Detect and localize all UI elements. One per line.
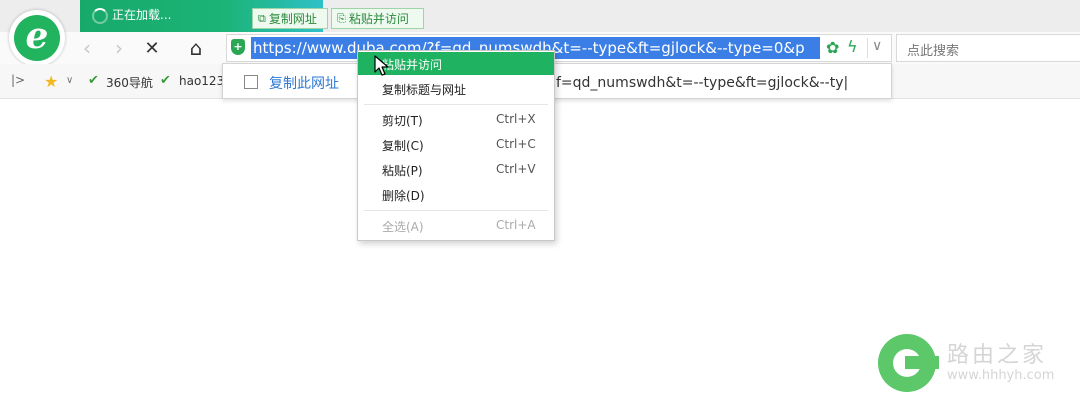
dropdown-icon[interactable]: ∨ xyxy=(872,38,882,54)
paste-icon: ⎘ xyxy=(337,11,346,25)
bolt-icon[interactable]: ϟ xyxy=(847,37,858,56)
copy-url-label: 复制网址 xyxy=(268,12,317,26)
watermark-logo-bar xyxy=(905,356,939,369)
watermark-name: 路由之家 xyxy=(947,343,1048,368)
paste-visit-button[interactable]: ⎘ 粘贴并访问 xyxy=(331,8,424,29)
checkmark-icon: ✔ xyxy=(88,73,99,88)
menu-item-delete[interactable]: 删除(D) xyxy=(358,183,554,206)
home-icon[interactable]: ⌂ xyxy=(182,34,210,62)
shield-icon[interactable]: + xyxy=(231,39,245,55)
menu-item-copy[interactable]: 复制(C) Ctrl+C xyxy=(358,133,554,156)
cursor-icon xyxy=(374,55,389,76)
browser-logo-letter: e xyxy=(25,15,49,57)
menu-separator xyxy=(364,104,548,105)
stop-icon[interactable]: ✕ xyxy=(138,34,166,62)
loading-spinner-icon xyxy=(92,8,108,24)
menu-item-select-all[interactable]: 全选(A) Ctrl+A xyxy=(358,214,554,237)
suggestion-url-text: f=qd_numswdh&t=--type&ft=gjlock&--ty| xyxy=(556,75,849,91)
menu-separator xyxy=(364,210,548,211)
forward-icon[interactable]: › xyxy=(105,34,133,62)
sidebar-toggle-icon[interactable]: |> xyxy=(11,73,25,87)
bookmark-360[interactable]: 360导航 xyxy=(106,74,153,91)
chevron-down-icon[interactable]: ∨ xyxy=(66,75,73,86)
copy-this-url-link[interactable]: 复制此网址 xyxy=(269,73,339,93)
menu-item-copy-title-url[interactable]: 复制标题与网址 xyxy=(358,77,554,100)
watermark-site: www.hhhyh.com xyxy=(947,368,1055,383)
search-input[interactable]: 点此搜索 xyxy=(907,40,959,59)
checkmark-icon: ✔ xyxy=(160,73,171,88)
menu-item-paste[interactable]: 粘贴(P) Ctrl+V xyxy=(358,158,554,181)
copy-url-button[interactable]: ⧉ 复制网址 xyxy=(252,8,328,29)
reload-icon[interactable]: ✿ xyxy=(826,38,839,57)
paste-visit-label: 粘贴并访问 xyxy=(348,12,409,26)
tab-title: 正在加载... xyxy=(112,8,172,22)
copy-url-checkbox[interactable] xyxy=(244,75,258,89)
bookmark-hao123[interactable]: hao123 xyxy=(179,74,224,88)
star-icon[interactable]: ★ xyxy=(44,72,58,91)
menu-item-cut[interactable]: 剪切(T) Ctrl+X xyxy=(358,108,554,131)
copy-icon: ⧉ xyxy=(258,11,266,25)
divider xyxy=(867,38,868,58)
back-icon[interactable]: ‹ xyxy=(73,34,101,62)
